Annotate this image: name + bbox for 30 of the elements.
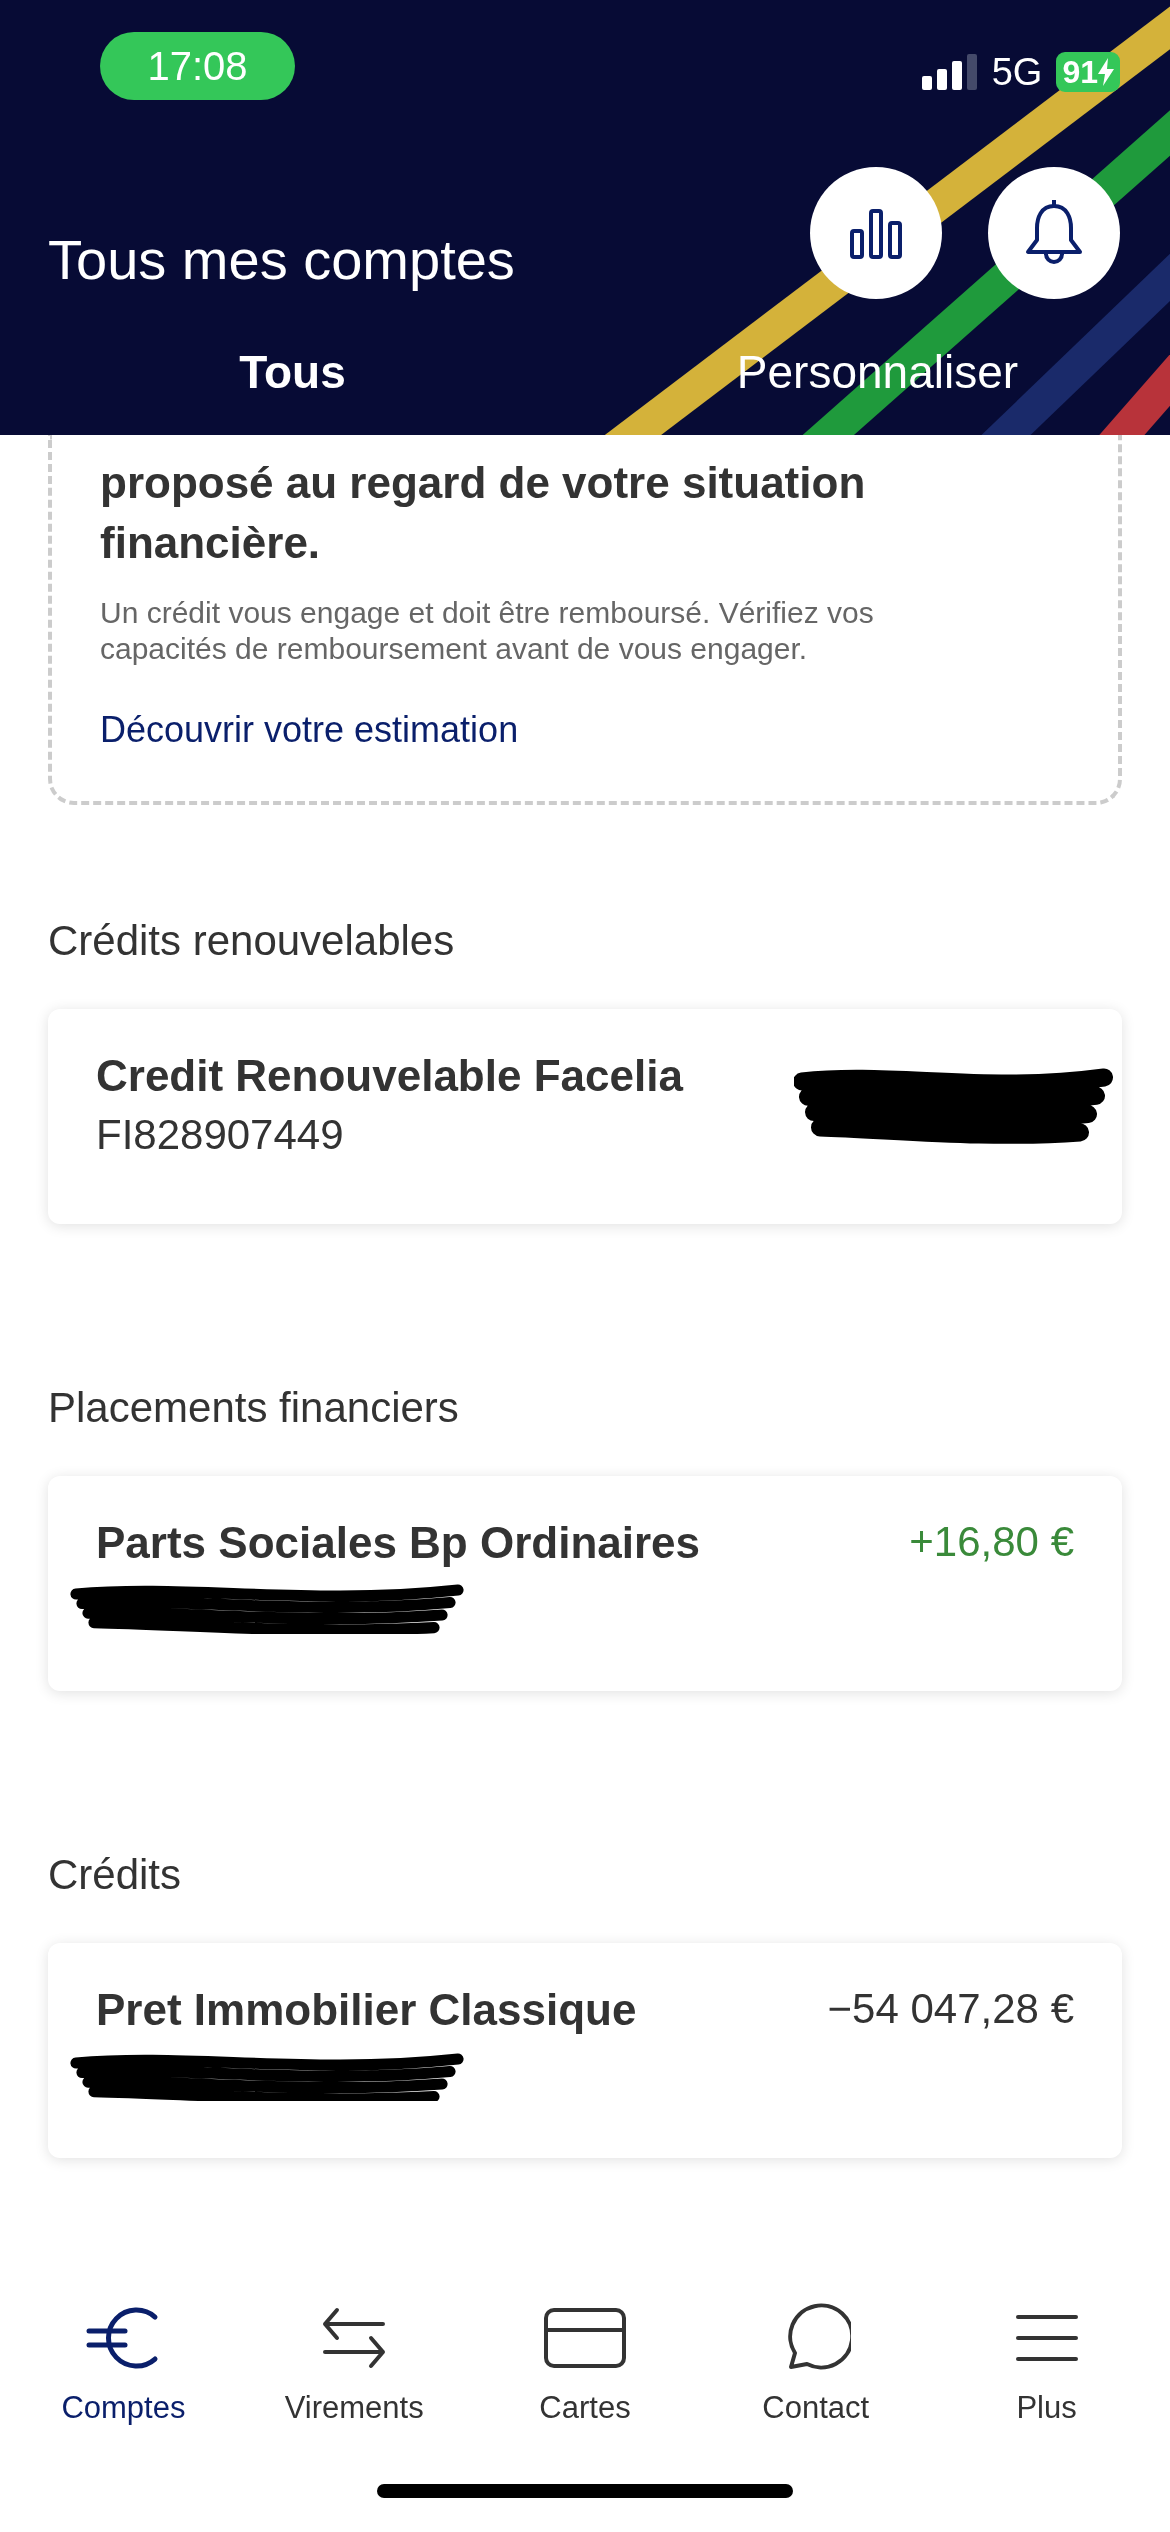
- account-name: Parts Sociales Bp Ordinaires: [96, 1518, 702, 1568]
- account-number: FI828907449: [96, 1111, 345, 1159]
- nav-tab[interactable]: Plus: [931, 2290, 1162, 2430]
- promo-heading: proposé au regard de votre situation financière.: [100, 457, 867, 569]
- estimate-link[interactable]: Découvrir votre estimation: [100, 709, 519, 751]
- account-card[interactable]: Parts Sociales Bp Ordinaires +16,80 €: [48, 1476, 1122, 1691]
- nav-tab[interactable]: Contact: [700, 2290, 932, 2430]
- account-balance: +16,80 €: [909, 1518, 1074, 1566]
- credit-disclaimer: Un crédit vous engage et doit être remboursé. Vérifiez vos capacités de remboursement avant de vous engager.: [100, 595, 875, 667]
- nav-tab[interactable]: Comptes: [8, 2290, 239, 2430]
- arrows-icon: [321, 2306, 388, 2370]
- account-name: Credit Renouvelable Facelia: [96, 1051, 685, 1101]
- section-title: Crédits: [48, 1851, 183, 1899]
- section-title: Crédits renouvelables: [48, 917, 456, 965]
- status-time: 17:08: [100, 32, 295, 100]
- page-title: Tous mes comptes: [48, 226, 516, 292]
- nav-tab[interactable]: Virements: [238, 2290, 470, 2430]
- charging-icon: [1098, 58, 1114, 86]
- tab[interactable]: Tous: [0, 306, 585, 435]
- menu-icon: [1015, 2313, 1078, 2363]
- account-card[interactable]: Pret Immobilier Classique −54 047,28 €: [48, 1943, 1122, 2158]
- network-label: 5G: [991, 50, 1043, 94]
- battery-level: 91: [1056, 52, 1120, 92]
- account-name: Pret Immobilier Classique: [96, 1985, 638, 2035]
- account-card[interactable]: Credit Renouvelable Facelia FI828907449: [48, 1009, 1122, 1224]
- card-icon: [544, 2308, 626, 2368]
- section-title: Placements financiers: [48, 1384, 460, 1432]
- signal-icon: [921, 54, 978, 90]
- nav-tab[interactable]: Cartes: [469, 2290, 701, 2430]
- account-balance: −54 047,28 €: [827, 1985, 1074, 2033]
